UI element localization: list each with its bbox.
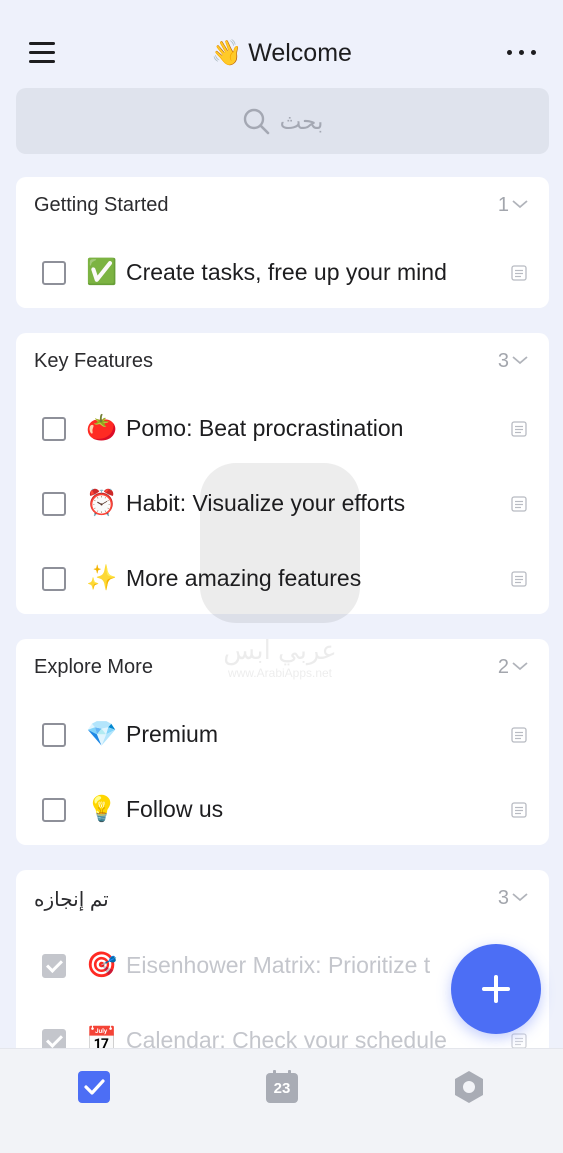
task-row[interactable]: ✅ Create tasks, free up your mind — [16, 235, 549, 310]
target-emoji-icon: 🎯 — [86, 951, 118, 979]
chevron-down-icon[interactable] — [511, 890, 529, 904]
alarm-clock-emoji-icon: ⏰ — [86, 489, 118, 517]
task-checkbox[interactable] — [42, 798, 66, 822]
task-row[interactable]: ⏰ Habit: Visualize your efforts — [16, 466, 549, 541]
search-placeholder: بحث — [279, 107, 324, 134]
list-name: Getting Started — [34, 194, 169, 216]
task-row[interactable]: 🍅 Pomo: Beat procrastination — [16, 391, 549, 466]
chevron-down-icon[interactable] — [511, 197, 529, 211]
note-icon[interactable] — [511, 571, 527, 587]
task-checkbox[interactable] — [42, 567, 66, 591]
list-header[interactable]: Explore More 2 — [16, 639, 549, 697]
tomato-emoji-icon: 🍅 — [86, 414, 118, 442]
list-card-getting-started: Getting Started 1 ✅ Create tasks, free u… — [16, 177, 549, 308]
checkbox-icon[interactable] — [77, 1070, 111, 1104]
list-card-key-features: Key Features 3 🍅 Pomo: Beat procrastinat… — [16, 333, 549, 614]
list-name: Explore More — [34, 656, 153, 678]
sparkles-emoji-icon: ✨ — [86, 564, 118, 592]
list-count: 3 — [497, 350, 509, 372]
note-icon[interactable] — [511, 421, 527, 437]
task-row[interactable]: 💎 Premium — [16, 697, 549, 772]
task-checkbox[interactable] — [42, 417, 66, 441]
list-name: تم إنجازه — [34, 889, 109, 911]
task-row[interactable]: 💡 Follow us — [16, 772, 549, 847]
calendar-tab[interactable]: 23 — [265, 1070, 299, 1104]
task-checkbox[interactable] — [42, 723, 66, 747]
task-title[interactable]: Pomo: Beat procrastination — [126, 413, 403, 443]
task-title[interactable]: Follow us — [126, 794, 223, 824]
more-options-icon[interactable] — [505, 42, 537, 62]
task-checkbox-checked[interactable] — [42, 1029, 66, 1048]
task-checkbox[interactable] — [42, 261, 66, 285]
task-title[interactable]: Create tasks, free up your mind — [126, 257, 447, 287]
note-icon[interactable] — [511, 1033, 527, 1048]
task-title[interactable]: More amazing features — [126, 563, 361, 593]
note-icon[interactable] — [511, 265, 527, 281]
page-title-text: Welcome — [248, 39, 352, 67]
top-bar: 👋 Welcome — [0, 0, 563, 88]
light-bulb-emoji-icon: 💡 — [86, 795, 118, 823]
list-count: 1 — [497, 194, 509, 216]
search-bar[interactable]: بحث — [16, 88, 549, 154]
task-title[interactable]: Calendar: Check your schedule — [126, 1025, 447, 1048]
chevron-down-icon[interactable] — [511, 659, 529, 673]
task-title[interactable]: Eisenhower Matrix: Prioritize t — [126, 950, 430, 980]
list-count: 2 — [497, 656, 509, 678]
task-checkbox-checked[interactable] — [42, 954, 66, 978]
list-header[interactable]: Key Features 3 — [16, 333, 549, 391]
add-task-button[interactable] — [451, 944, 541, 1034]
calendar-day-label: 23 — [273, 1080, 291, 1097]
list-header[interactable]: تم إنجازه 3 — [16, 870, 549, 928]
settings-icon[interactable] — [452, 1070, 486, 1104]
note-icon[interactable] — [511, 496, 527, 512]
note-icon[interactable] — [511, 802, 527, 818]
task-row[interactable]: ✨ More amazing features — [16, 541, 549, 616]
chevron-down-icon[interactable] — [511, 353, 529, 367]
page-title: 👋 Welcome — [0, 36, 563, 70]
list-card-explore-more: Explore More 2 💎 Premium 💡 Follow us — [16, 639, 549, 845]
waving-hand-icon: 👋 — [211, 39, 243, 67]
task-title[interactable]: Premium — [126, 719, 218, 749]
gem-emoji-icon: 💎 — [86, 720, 118, 748]
note-icon[interactable] — [511, 727, 527, 743]
list-count: 3 — [497, 887, 509, 909]
list-header[interactable]: Getting Started 1 — [16, 177, 549, 235]
task-checkbox[interactable] — [42, 492, 66, 516]
bottom-navigation: 23 — [0, 1048, 563, 1153]
list-name: Key Features — [34, 350, 153, 372]
check-mark-emoji-icon: ✅ — [86, 258, 118, 286]
search-icon — [243, 108, 269, 135]
task-title[interactable]: Habit: Visualize your efforts — [126, 488, 405, 518]
calendar-emoji-icon: 📅 — [86, 1026, 118, 1048]
